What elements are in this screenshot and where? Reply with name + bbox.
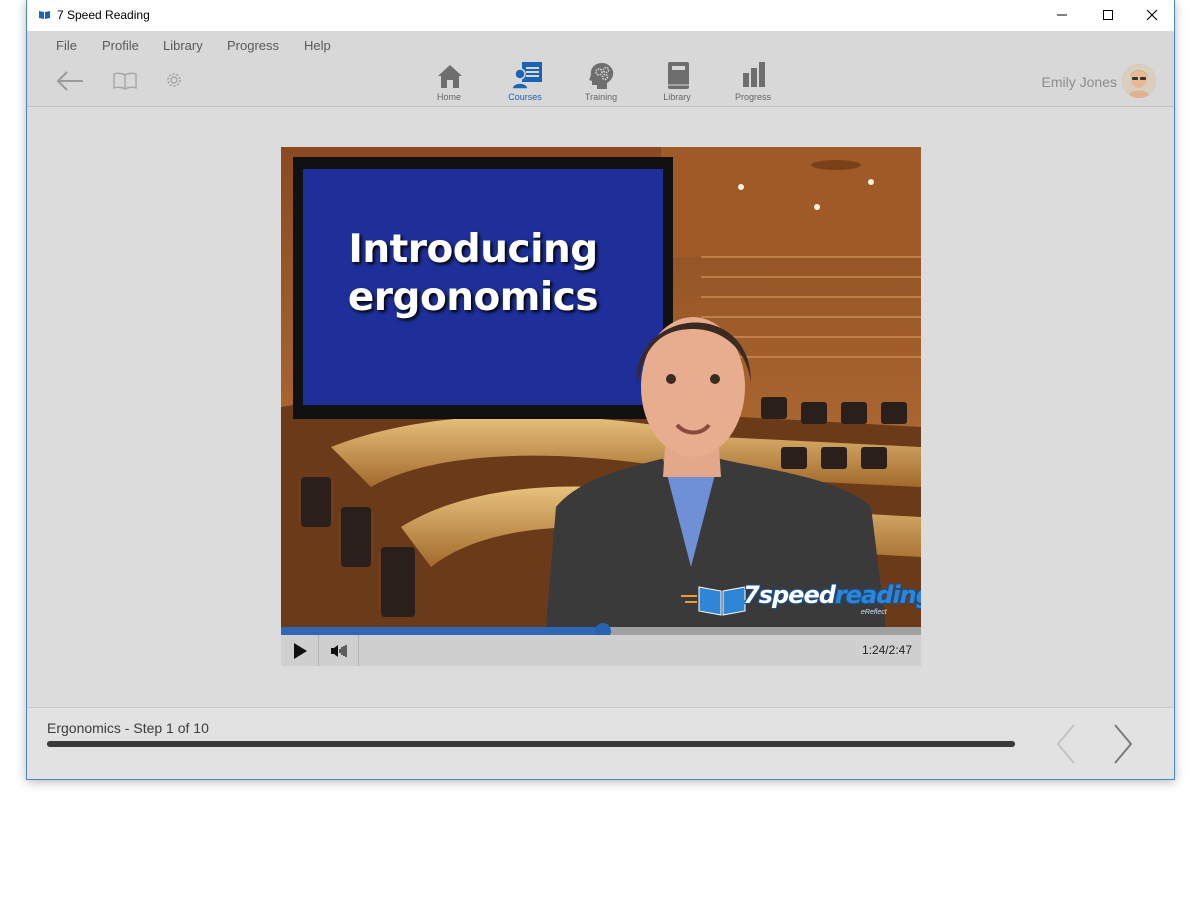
nav-training-label: Training bbox=[584, 92, 618, 102]
minimize-button[interactable] bbox=[1039, 0, 1085, 31]
video-player[interactable]: Introducing ergonomics 7speedreading™ eR… bbox=[281, 147, 921, 627]
maximize-icon bbox=[1103, 10, 1113, 20]
volume-icon bbox=[331, 645, 347, 657]
library-book-icon bbox=[668, 62, 689, 89]
nav-training[interactable]: Training bbox=[566, 61, 636, 106]
progress-bars-icon bbox=[743, 62, 765, 87]
logo-word1: speed bbox=[758, 581, 836, 609]
lesson-step-text: Ergonomics - Step 1 of 10 bbox=[47, 720, 209, 736]
video-title-line2: ergonomics bbox=[347, 275, 599, 320]
menu-library[interactable]: Library bbox=[163, 38, 203, 53]
lesson-progress-bar bbox=[47, 741, 1015, 747]
lesson-progress-fill bbox=[47, 741, 1015, 747]
book-icon[interactable] bbox=[112, 71, 138, 91]
avatar[interactable] bbox=[1122, 64, 1156, 98]
maximize-button[interactable] bbox=[1085, 0, 1131, 31]
home-icon bbox=[438, 65, 462, 88]
video-seek-fill bbox=[281, 627, 603, 635]
video-frame-image bbox=[281, 147, 921, 627]
app-book-icon bbox=[39, 11, 50, 19]
previous-step-icon[interactable] bbox=[1052, 723, 1082, 765]
nav-courses-label: Courses bbox=[508, 92, 542, 102]
nav-progress[interactable]: Progress bbox=[718, 61, 788, 106]
settings-gear-icon[interactable] bbox=[164, 70, 184, 90]
logo-digit: 7 bbox=[743, 581, 760, 609]
play-button[interactable] bbox=[281, 635, 319, 666]
video-seek-bar[interactable] bbox=[281, 623, 921, 639]
close-icon bbox=[1146, 9, 1158, 21]
back-arrow-icon[interactable] bbox=[55, 70, 85, 92]
user-photo-icon bbox=[1122, 64, 1156, 98]
logo-word2: reading bbox=[834, 581, 921, 609]
nav-home[interactable]: Home bbox=[414, 61, 484, 106]
nav-home-label: Home bbox=[436, 92, 461, 102]
content-area: Introducing ergonomics 7speedreading™ eR… bbox=[27, 107, 1174, 707]
lesson-footer: Ergonomics - Step 1 of 10 bbox=[27, 707, 1174, 779]
menu-profile[interactable]: Profile bbox=[102, 38, 139, 53]
nav-progress-label: Progress bbox=[734, 92, 771, 102]
volume-button[interactable] bbox=[319, 635, 359, 666]
app-window: 7 Speed Reading File Profile Library Pro… bbox=[26, 0, 1175, 780]
window-title: 7 Speed Reading bbox=[57, 8, 150, 22]
menu-bar: File Profile Library Progress Help bbox=[27, 31, 1174, 61]
menu-help[interactable]: Help bbox=[304, 38, 331, 53]
video-time: 1:24/2:47 bbox=[861, 643, 912, 657]
video-logo: 7speedreading™ eReflect bbox=[691, 579, 921, 625]
logo-text: 7speedreading™ bbox=[743, 581, 921, 609]
nav-library[interactable]: Library bbox=[642, 61, 712, 106]
menu-file[interactable]: File bbox=[56, 38, 77, 53]
toolbar: Home Courses Training Library Progress E… bbox=[27, 61, 1174, 107]
title-bar: 7 Speed Reading bbox=[27, 0, 1174, 31]
courses-icon bbox=[511, 62, 542, 90]
logo-sub: eReflect bbox=[861, 609, 887, 616]
training-head-icon bbox=[589, 63, 614, 89]
nav-courses[interactable]: Courses bbox=[490, 61, 560, 106]
user-name[interactable]: Emily Jones bbox=[1042, 74, 1117, 90]
video-title-line1: Introducing bbox=[348, 227, 598, 272]
play-icon bbox=[294, 643, 307, 659]
nav-library-label: Library bbox=[663, 92, 691, 102]
menu-progress[interactable]: Progress bbox=[227, 38, 279, 53]
close-button[interactable] bbox=[1129, 0, 1174, 31]
minimize-icon bbox=[1057, 14, 1067, 16]
video-controls: 1:24/2:47 bbox=[281, 635, 921, 666]
next-step-icon[interactable] bbox=[1109, 723, 1139, 765]
